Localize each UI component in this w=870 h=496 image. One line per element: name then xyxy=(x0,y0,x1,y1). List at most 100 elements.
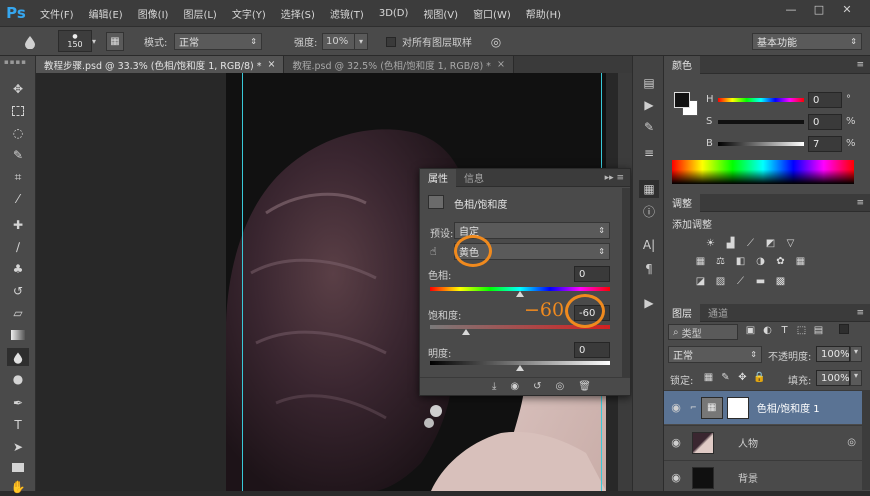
brush-picker-arrow-icon[interactable]: ▾ xyxy=(92,32,100,51)
history-brush-tool-icon[interactable]: ↺ xyxy=(7,282,29,300)
opacity-input[interactable]: 100% xyxy=(816,346,850,362)
color-spectrum-ramp[interactable] xyxy=(672,160,854,184)
gradient-tool-icon[interactable] xyxy=(7,326,29,344)
properties-panel-icon[interactable]: ▦ xyxy=(639,180,659,198)
workspace-select[interactable]: 基本功能 ⇕ xyxy=(752,33,862,50)
panel-menu-icon[interactable]: ≡ xyxy=(856,198,864,208)
levels-icon[interactable]: ▟ xyxy=(724,237,737,249)
layer-row[interactable]: ◉ 人物 ◎ xyxy=(664,425,870,459)
color-balance-icon[interactable]: ⚖ xyxy=(714,255,727,267)
menu-layer[interactable]: 图层(L) xyxy=(183,6,216,21)
reset-icon[interactable]: ↺ xyxy=(533,381,541,392)
exposure-icon[interactable]: ◩ xyxy=(764,237,777,249)
curves-icon[interactable]: ⟋ xyxy=(744,237,757,249)
visibility-eye-icon[interactable]: ◉ xyxy=(664,436,688,449)
saturation-slider-thumb[interactable] xyxy=(462,329,470,335)
opacity-dropdown-icon[interactable]: ▾ xyxy=(850,346,862,362)
lightness-slider-thumb[interactable] xyxy=(516,365,524,371)
h-input[interactable]: 0 xyxy=(808,92,842,108)
b-slider-track[interactable] xyxy=(718,142,804,146)
dodge-tool-icon[interactable]: ● xyxy=(7,370,29,388)
toolbar-grip[interactable]: ▪▪▪▪ xyxy=(4,58,32,66)
tab-properties[interactable]: 属性 xyxy=(420,168,456,187)
lock-all-icon[interactable]: 🔒 xyxy=(753,371,766,383)
type-tool-icon[interactable]: T xyxy=(7,416,29,434)
visibility-eye-icon[interactable]: ◉ xyxy=(664,401,688,414)
paragraph-panel-icon[interactable]: ¶ xyxy=(639,260,659,278)
info-panel-icon[interactable]: ⓘ xyxy=(639,202,659,220)
invert-icon[interactable]: ◪ xyxy=(694,275,707,287)
panel-scrollbar[interactable] xyxy=(622,188,630,377)
visibility-eye-icon[interactable]: ◉ xyxy=(664,471,688,484)
blur-tool-preset-icon[interactable] xyxy=(20,32,40,51)
history-panel-icon[interactable]: ▤ xyxy=(639,74,659,92)
fill-input[interactable]: 100% xyxy=(816,370,850,386)
hand-tool-icon[interactable]: ✋ xyxy=(7,478,29,496)
panel-menu-icon[interactable]: ≡ xyxy=(856,308,864,318)
close-icon[interactable]: × xyxy=(267,59,275,70)
layers-scrollbar[interactable] xyxy=(862,390,870,490)
brush-size-picker[interactable]: ● 150 xyxy=(58,30,92,52)
maximize-button[interactable]: □ xyxy=(808,3,830,21)
rectangle-tool-icon[interactable] xyxy=(7,458,29,476)
layer-row[interactable]: ◉ ⌐ ▦ 色相/饱和度 1 xyxy=(664,390,870,424)
adjust-panel-icon[interactable]: ≡ xyxy=(639,144,659,162)
blend-mode-select[interactable]: 正常 ⇕ xyxy=(668,346,762,363)
b-input[interactable]: 7 xyxy=(808,136,842,152)
shape-filter-icon[interactable]: ⬚ xyxy=(795,324,808,336)
close-button[interactable]: ✕ xyxy=(836,3,858,21)
s-slider-track[interactable] xyxy=(718,120,804,124)
tab-document-2[interactable]: 教程.psd @ 32.5% (色相/饱和度 1, RGB/8) * × xyxy=(284,56,514,73)
strength-input[interactable]: 10% xyxy=(322,33,356,50)
black-white-icon[interactable]: ◧ xyxy=(734,255,747,267)
h-slider-track[interactable] xyxy=(718,98,804,102)
sample-all-layers-checkbox[interactable] xyxy=(386,37,396,47)
play-icon[interactable]: ▶ xyxy=(639,294,659,312)
tab-adjustments[interactable]: 调整 xyxy=(664,193,700,212)
quick-select-tool-icon[interactable]: ✎ xyxy=(7,146,29,164)
eraser-tool-icon[interactable]: ▱ xyxy=(7,304,29,322)
hue-saturation-icon[interactable]: ▦ xyxy=(694,255,707,267)
menu-file[interactable]: 文件(F) xyxy=(40,6,74,21)
close-icon[interactable]: × xyxy=(497,59,505,70)
threshold-icon[interactable]: ⟋ xyxy=(734,275,747,287)
layer-filter-select[interactable]: ⌕ 类型 xyxy=(668,324,738,340)
trash-icon[interactable]: 🗑 xyxy=(578,381,591,392)
layer-row[interactable]: ◉ 背景 xyxy=(664,460,870,494)
visibility-eye-icon[interactable]: ◎ xyxy=(556,381,565,392)
type-filter-icon[interactable]: T xyxy=(778,324,791,336)
blur-tool-icon[interactable] xyxy=(7,348,29,366)
brush-panel-icon[interactable]: ▦ xyxy=(106,32,124,51)
tab-color[interactable]: 颜色 xyxy=(664,55,700,74)
smart-object-filter-icon[interactable]: ▤ xyxy=(812,324,825,336)
strength-dropdown-icon[interactable]: ▾ xyxy=(354,33,368,50)
photo-filter-icon[interactable]: ◑ xyxy=(754,255,767,267)
path-selection-tool-icon[interactable]: ➤ xyxy=(7,438,29,456)
actions-panel-icon[interactable]: ▶ xyxy=(639,96,659,114)
brightness-contrast-icon[interactable]: ☀ xyxy=(704,237,717,249)
tab-info[interactable]: 信息 xyxy=(456,169,492,187)
lock-position-icon[interactable]: ✥ xyxy=(736,371,749,383)
vibrance-icon[interactable]: ▽ xyxy=(784,237,797,249)
minimize-button[interactable]: — xyxy=(780,3,802,21)
menu-window[interactable]: 窗口(W) xyxy=(473,6,511,21)
menu-view[interactable]: 视图(V) xyxy=(423,6,458,21)
lightness-input[interactable]: 0 xyxy=(574,342,610,358)
hue-slider-thumb[interactable] xyxy=(516,291,524,297)
menu-help[interactable]: 帮助(H) xyxy=(526,6,561,21)
lock-transparency-icon[interactable]: ▦ xyxy=(702,371,715,383)
guide-line-left[interactable] xyxy=(242,73,243,491)
menu-type[interactable]: 文字(Y) xyxy=(232,6,266,21)
targeted-adjustment-hand-icon[interactable]: ☝ xyxy=(430,245,437,258)
pressure-icon[interactable]: ◎ xyxy=(488,32,504,51)
color-lookup-icon[interactable]: ▦ xyxy=(794,255,807,267)
menu-image[interactable]: 图像(I) xyxy=(138,6,169,21)
marquee-tool-icon[interactable] xyxy=(7,102,29,120)
healing-brush-tool-icon[interactable]: ✚ xyxy=(7,216,29,234)
panel-menu-icon[interactable]: ▸▸ ≡ xyxy=(605,173,624,183)
tab-channels[interactable]: 通道 xyxy=(700,304,736,322)
clip-to-layer-icon[interactable]: ⤓ xyxy=(492,381,496,392)
tab-document-1[interactable]: 教程步骤.psd @ 33.3% (色相/饱和度 1, RGB/8) * × xyxy=(36,56,285,73)
hue-input[interactable]: 0 xyxy=(574,266,610,282)
menu-filter[interactable]: 滤镜(T) xyxy=(330,6,364,21)
